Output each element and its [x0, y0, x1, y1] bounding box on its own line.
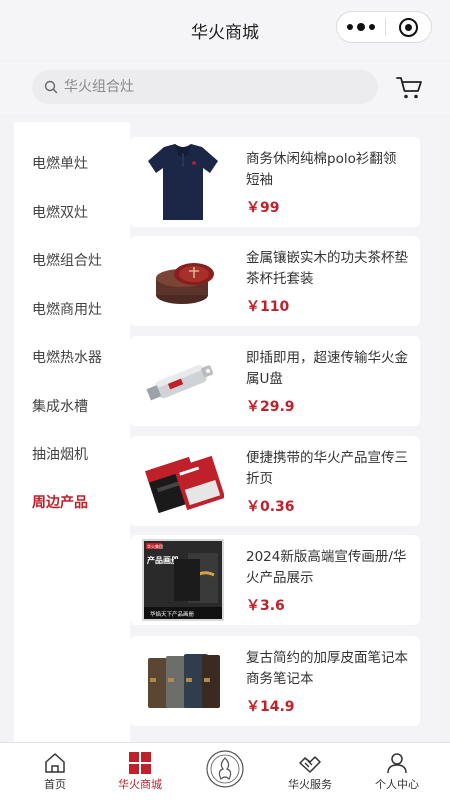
product-list: 商务休闲纯棉polo衫翻领短袖 ￥99 金属镶嵌实木的功夫茶杯垫茶杯托套装 ￥1… [130, 122, 440, 742]
tab-label: 华火商城 [118, 778, 162, 791]
product-name: 便捷携带的华火产品宣传三折页 [246, 450, 408, 487]
search-icon [44, 80, 58, 94]
product-name: 2024新版高端宣传画册/华火产品展示 [246, 549, 407, 586]
product-price: ￥0.36 [246, 499, 295, 515]
sidebar-item-electric-commercial-stove[interactable]: 电燃商用灶 [32, 299, 102, 319]
product-name: 金属镶嵌实木的功夫茶杯垫茶杯托套装 [246, 250, 408, 287]
product-name: 即插即用，超速传输华火金属U盘 [246, 350, 408, 387]
tab-home[interactable]: 首页 [10, 743, 100, 800]
tab-center[interactable] [180, 743, 270, 800]
tab-label: 华火服务 [288, 778, 332, 791]
tab-mall[interactable]: 华火商城 [95, 743, 185, 800]
search-bar [0, 62, 450, 114]
brochure-image [145, 455, 224, 514]
search-input[interactable] [64, 79, 344, 95]
product-price: ￥110 [246, 299, 290, 315]
tab-label: 个人中心 [375, 778, 419, 791]
person-icon [387, 753, 407, 774]
search-box[interactable] [32, 70, 378, 104]
sidebar-item-electric-double-stove[interactable]: 电燃双灶 [32, 202, 88, 222]
home-icon [45, 753, 65, 773]
category-sidebar: 电燃单灶 电燃双灶 电燃组合灶 电燃商用灶 电燃热水器 集成水槽 抽油烟机 周边… [14, 122, 128, 742]
product-price: ￥3.6 [246, 598, 285, 614]
sidebar-item-integrated-sink[interactable]: 集成水槽 [32, 396, 88, 416]
sidebar-item-electric-combo-stove[interactable]: 电燃组合灶 [32, 250, 102, 270]
product-price: ￥99 [246, 200, 280, 216]
grid-icon [129, 752, 151, 774]
product-card[interactable]: 金属镶嵌实木的功夫茶杯垫茶杯托套装 ￥110 [130, 236, 420, 326]
main-content: 电燃单灶 电燃双灶 电燃组合灶 电燃商用灶 电燃热水器 集成水槽 抽油烟机 周边… [14, 122, 440, 742]
polo-shirt-image [148, 144, 218, 220]
tea-coaster-image [156, 263, 214, 304]
product-card[interactable]: 即插即用，超速传输华火金属U盘 ￥29.9 [130, 336, 420, 426]
product-card[interactable]: 便捷携带的华火产品宣传三折页 ￥0.36 [130, 436, 420, 526]
usb-drive-image [146, 364, 214, 401]
product-card[interactable]: 复古简约的加厚皮面笔记本商务笔记本 ￥14.9 [130, 636, 420, 726]
product-album-image: 华火集团 产品画册 华焰天下产品画册 [142, 539, 224, 621]
product-name: 复古简约的加厚皮面笔记本商务笔记本 [246, 650, 408, 687]
product-price: ￥29.9 [246, 399, 295, 415]
product-price: ￥14.9 [246, 699, 295, 715]
album-tag: 华火集团 [147, 543, 163, 549]
more-menu-icon[interactable] [337, 22, 385, 31]
product-card[interactable]: 商务休闲纯棉polo衫翻领短袖 ￥99 [130, 137, 420, 227]
sidebar-item-electric-single-stove[interactable]: 电燃单灶 [32, 153, 88, 173]
sidebar-item-electric-water-heater[interactable]: 电燃热水器 [32, 347, 102, 367]
close-program-icon[interactable] [385, 17, 431, 37]
page-title: 华火商城 [191, 22, 259, 43]
product-name: 商务休闲纯棉polo衫翻领短袖 [246, 151, 397, 188]
cart-icon[interactable] [394, 72, 424, 102]
sidebar-item-range-hood[interactable]: 抽油烟机 [32, 444, 88, 464]
tab-profile[interactable]: 个人中心 [352, 743, 442, 800]
sidebar-item-peripheral-products[interactable]: 周边产品 [32, 492, 88, 512]
tab-service[interactable]: 华火服务 [265, 743, 355, 800]
tab-label: 首页 [44, 778, 66, 791]
app-header: 华火商城 [0, 0, 450, 60]
bottom-tab-bar: 首页 华火商城 华火服务 个人中心 [0, 742, 450, 800]
product-card[interactable]: 华火集团 产品画册 华焰天下产品画册 2024新版高端宣传画册/华火产品展示 ￥… [130, 535, 420, 625]
notebook-image [148, 654, 220, 708]
center-logo-icon [206, 750, 244, 788]
handshake-icon [299, 756, 321, 773]
album-banner: 华焰天下产品画册 [150, 610, 195, 618]
mini-program-capsule [336, 11, 432, 43]
